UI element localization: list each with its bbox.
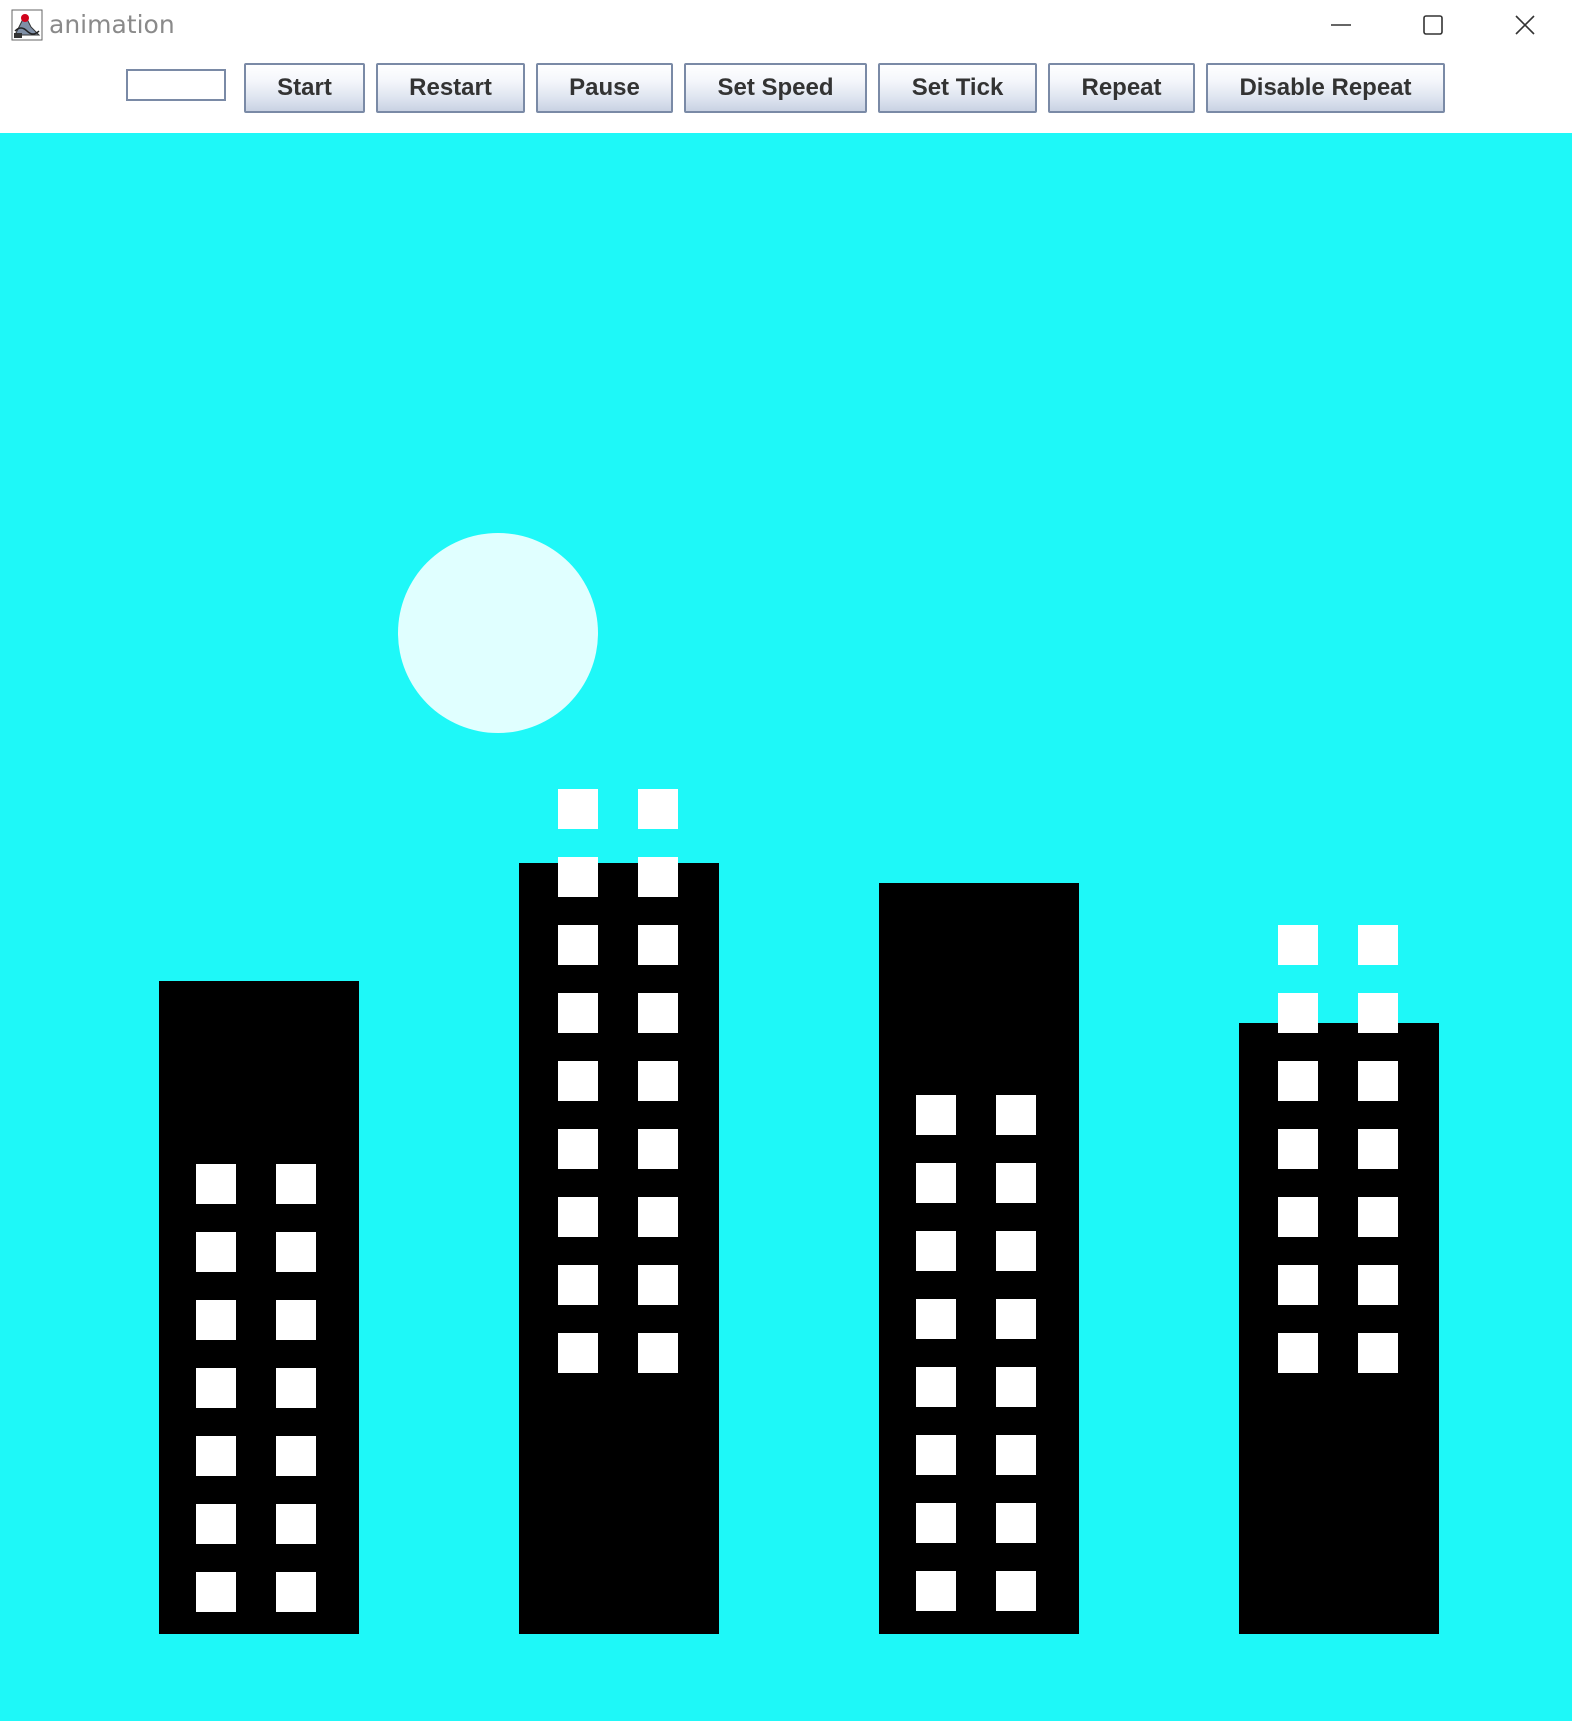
window-light [558,1265,598,1305]
window-light [196,1436,236,1476]
window-light [1358,1333,1398,1373]
window-light [1358,925,1398,965]
window-light [196,1300,236,1340]
window-light [1278,1129,1318,1169]
window-light [638,1333,678,1373]
window-light [196,1504,236,1544]
value-input[interactable] [126,69,226,101]
window-light [558,1333,598,1373]
set-speed-button[interactable]: Set Speed [684,63,867,113]
window-light [916,1435,956,1475]
window-light [638,1265,678,1305]
moon [398,533,598,733]
start-button[interactable]: Start [244,63,365,113]
pause-button[interactable]: Pause [536,63,673,113]
window-light [1278,1333,1318,1373]
close-icon [1515,15,1535,35]
window-light [558,993,598,1033]
window-light [916,1571,956,1611]
window-light [1278,993,1318,1033]
window-light [916,1095,956,1135]
window-light [996,1231,1036,1271]
disable-repeat-button[interactable]: Disable Repeat [1206,63,1445,113]
window-light [638,789,678,829]
window-light [558,857,598,897]
window-light [638,857,678,897]
window-light [996,1571,1036,1611]
window-light [1358,1129,1398,1169]
window-light [558,1197,598,1237]
window-light [1278,1197,1318,1237]
window-light [1358,1197,1398,1237]
window-light [558,1129,598,1169]
window-light [558,789,598,829]
window-light [1358,993,1398,1033]
close-button[interactable] [1490,0,1560,50]
maximize-button[interactable] [1398,0,1468,50]
window-light [1278,1061,1318,1101]
window-light [996,1367,1036,1407]
window-light [996,1163,1036,1203]
window-light [558,1061,598,1101]
window-light [196,1164,236,1204]
minimize-button[interactable] [1306,0,1376,50]
window-light [1358,1265,1398,1305]
window-light [276,1368,316,1408]
maximize-icon [1423,15,1443,35]
repeat-button[interactable]: Repeat [1048,63,1195,113]
window-light [916,1503,956,1543]
restart-button[interactable]: Restart [376,63,525,113]
window-light [276,1572,316,1612]
window-light [196,1232,236,1272]
window-light [276,1504,316,1544]
window-light [196,1368,236,1408]
building [1239,1023,1439,1634]
window-light [276,1300,316,1340]
window-light [916,1299,956,1339]
window-light [276,1436,316,1476]
set-tick-button[interactable]: Set Tick [878,63,1037,113]
animation-canvas [0,133,1572,1721]
window-light [638,1197,678,1237]
control-toolbar: Start Restart Pause Set Speed Set Tick R… [0,50,1572,133]
building [519,863,719,1634]
window-light [276,1164,316,1204]
window-title: animation [49,10,175,39]
window-light [638,925,678,965]
title-bar: animation [0,0,1572,50]
window-light [996,1095,1036,1135]
window-light [638,1129,678,1169]
building [159,981,359,1634]
window-light [996,1503,1036,1543]
window-light [638,1061,678,1101]
window-light [916,1231,956,1271]
window-light [196,1572,236,1612]
window-light [916,1367,956,1407]
window-light [638,993,678,1033]
window-light [276,1232,316,1272]
window-light [1278,1265,1318,1305]
window-light [996,1299,1036,1339]
app-window: animation Start Restart Pause Set Speed … [0,0,1572,1721]
window-light [996,1435,1036,1475]
building [879,883,1079,1634]
window-light [1358,1061,1398,1101]
minimize-icon [1331,24,1351,26]
window-light [1278,925,1318,965]
window-light [558,925,598,965]
java-app-icon [11,9,43,41]
window-light [916,1163,956,1203]
